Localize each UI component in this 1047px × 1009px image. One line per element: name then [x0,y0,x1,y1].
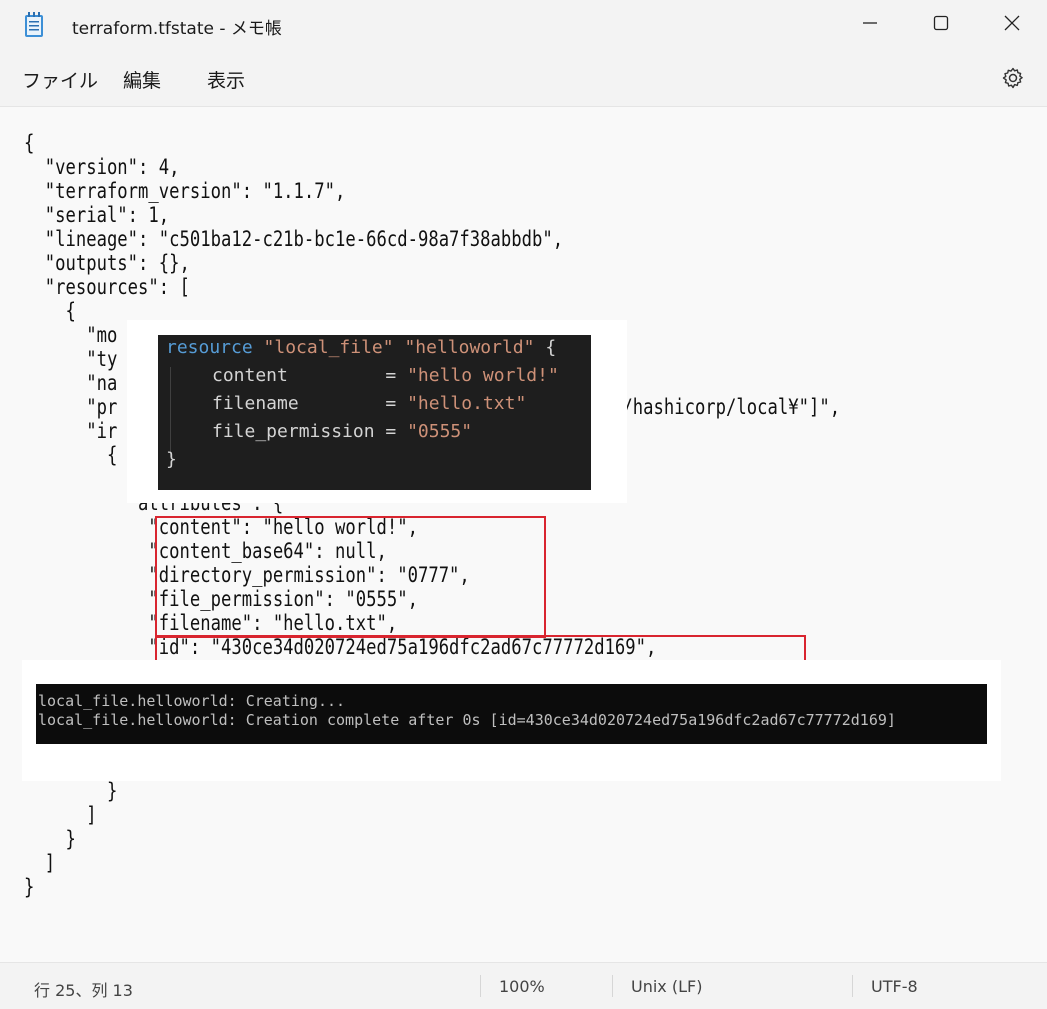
menu-edit[interactable]: 編集 [123,66,161,93]
encoding: UTF-8 [871,977,918,996]
code-key: file_permission = [212,421,408,442]
code-line: content = "hello world!" [212,365,559,386]
editor-line: ] [24,851,56,875]
editor-line: { [24,131,35,155]
terminal-output: local_file.helloworld: Creating... local… [36,684,987,744]
menu-bar: ファイル 編集 表示 [0,50,1047,107]
close-button[interactable] [989,0,1035,46]
editor-line: "serial": 1, [24,203,170,227]
status-divider [612,975,613,997]
editor-line: { [24,299,76,323]
code-line: resource "local_file" "helloworld" { [166,337,556,358]
editor-line: "outputs": {}, [24,251,190,275]
cursor-position: 行 25、列 13 [34,981,133,1000]
maximize-button[interactable] [918,0,964,46]
editor-line: "lineage": "c501ba12-c21b-bc1e-66cd-98a7… [24,227,564,251]
code-line: } [166,449,177,470]
terminal-line: local_file.helloworld: Creation complete… [38,711,896,729]
code-string: "helloworld" [404,337,535,358]
code-key: filename = [212,393,408,414]
zoom-level: 100% [499,977,545,996]
code-line: file_permission = "0555" [212,421,472,442]
maximize-icon [933,15,949,31]
line-ending: Unix (LF) [631,977,703,996]
editor-line: ] [24,803,97,827]
status-bar: 行 25、列 13 100% Unix (LF) UTF-8 [0,962,1047,1009]
editor-line: { [24,443,118,467]
code-string: "0555" [407,421,473,442]
code-key: content = [212,365,408,386]
editor-line: "pr [24,395,118,419]
editor-line: "terraform_version": "1.1.7", [24,179,346,203]
editor-line: "ir [24,419,118,443]
notepad-icon [25,12,43,37]
title-bar: terraform.tfstate - メモ帳 [0,0,1047,50]
menu-view[interactable]: 表示 [207,66,245,93]
editor-line: "ty [24,347,118,371]
code-brace: { [534,337,557,358]
code-keyword: resource [166,337,253,358]
editor-line: } [24,779,118,803]
status-divider [852,975,853,997]
code-snippet-panel: resource "local_file" "helloworld" { con… [158,335,591,490]
terminal-line: local_file.helloworld: Creating... [38,692,346,710]
highlight-box-attributes [155,516,546,638]
editor-line: } [24,875,35,899]
menu-file[interactable]: ファイル [22,66,98,93]
indent-guide [170,367,171,457]
editor-line: "mo [24,323,118,347]
editor-line: "resources": [ [24,275,190,299]
close-icon [1004,15,1020,31]
minimize-button[interactable] [847,0,893,46]
editor-line-fragment: o/hashicorp/local¥"]", [612,395,841,419]
window-title: terraform.tfstate - メモ帳 [72,19,282,39]
settings-gear-icon[interactable] [1001,66,1025,90]
code-string: "hello world!" [407,365,559,386]
editor-line: "version": 4, [24,155,180,179]
code-string: "local_file" [263,337,394,358]
code-line: filename = "hello.txt" [212,393,526,414]
minimize-icon [863,22,877,24]
code-string: "hello.txt" [407,393,527,414]
editor-line: "na [24,371,118,395]
status-divider [480,975,481,997]
editor-line: } [24,827,76,851]
